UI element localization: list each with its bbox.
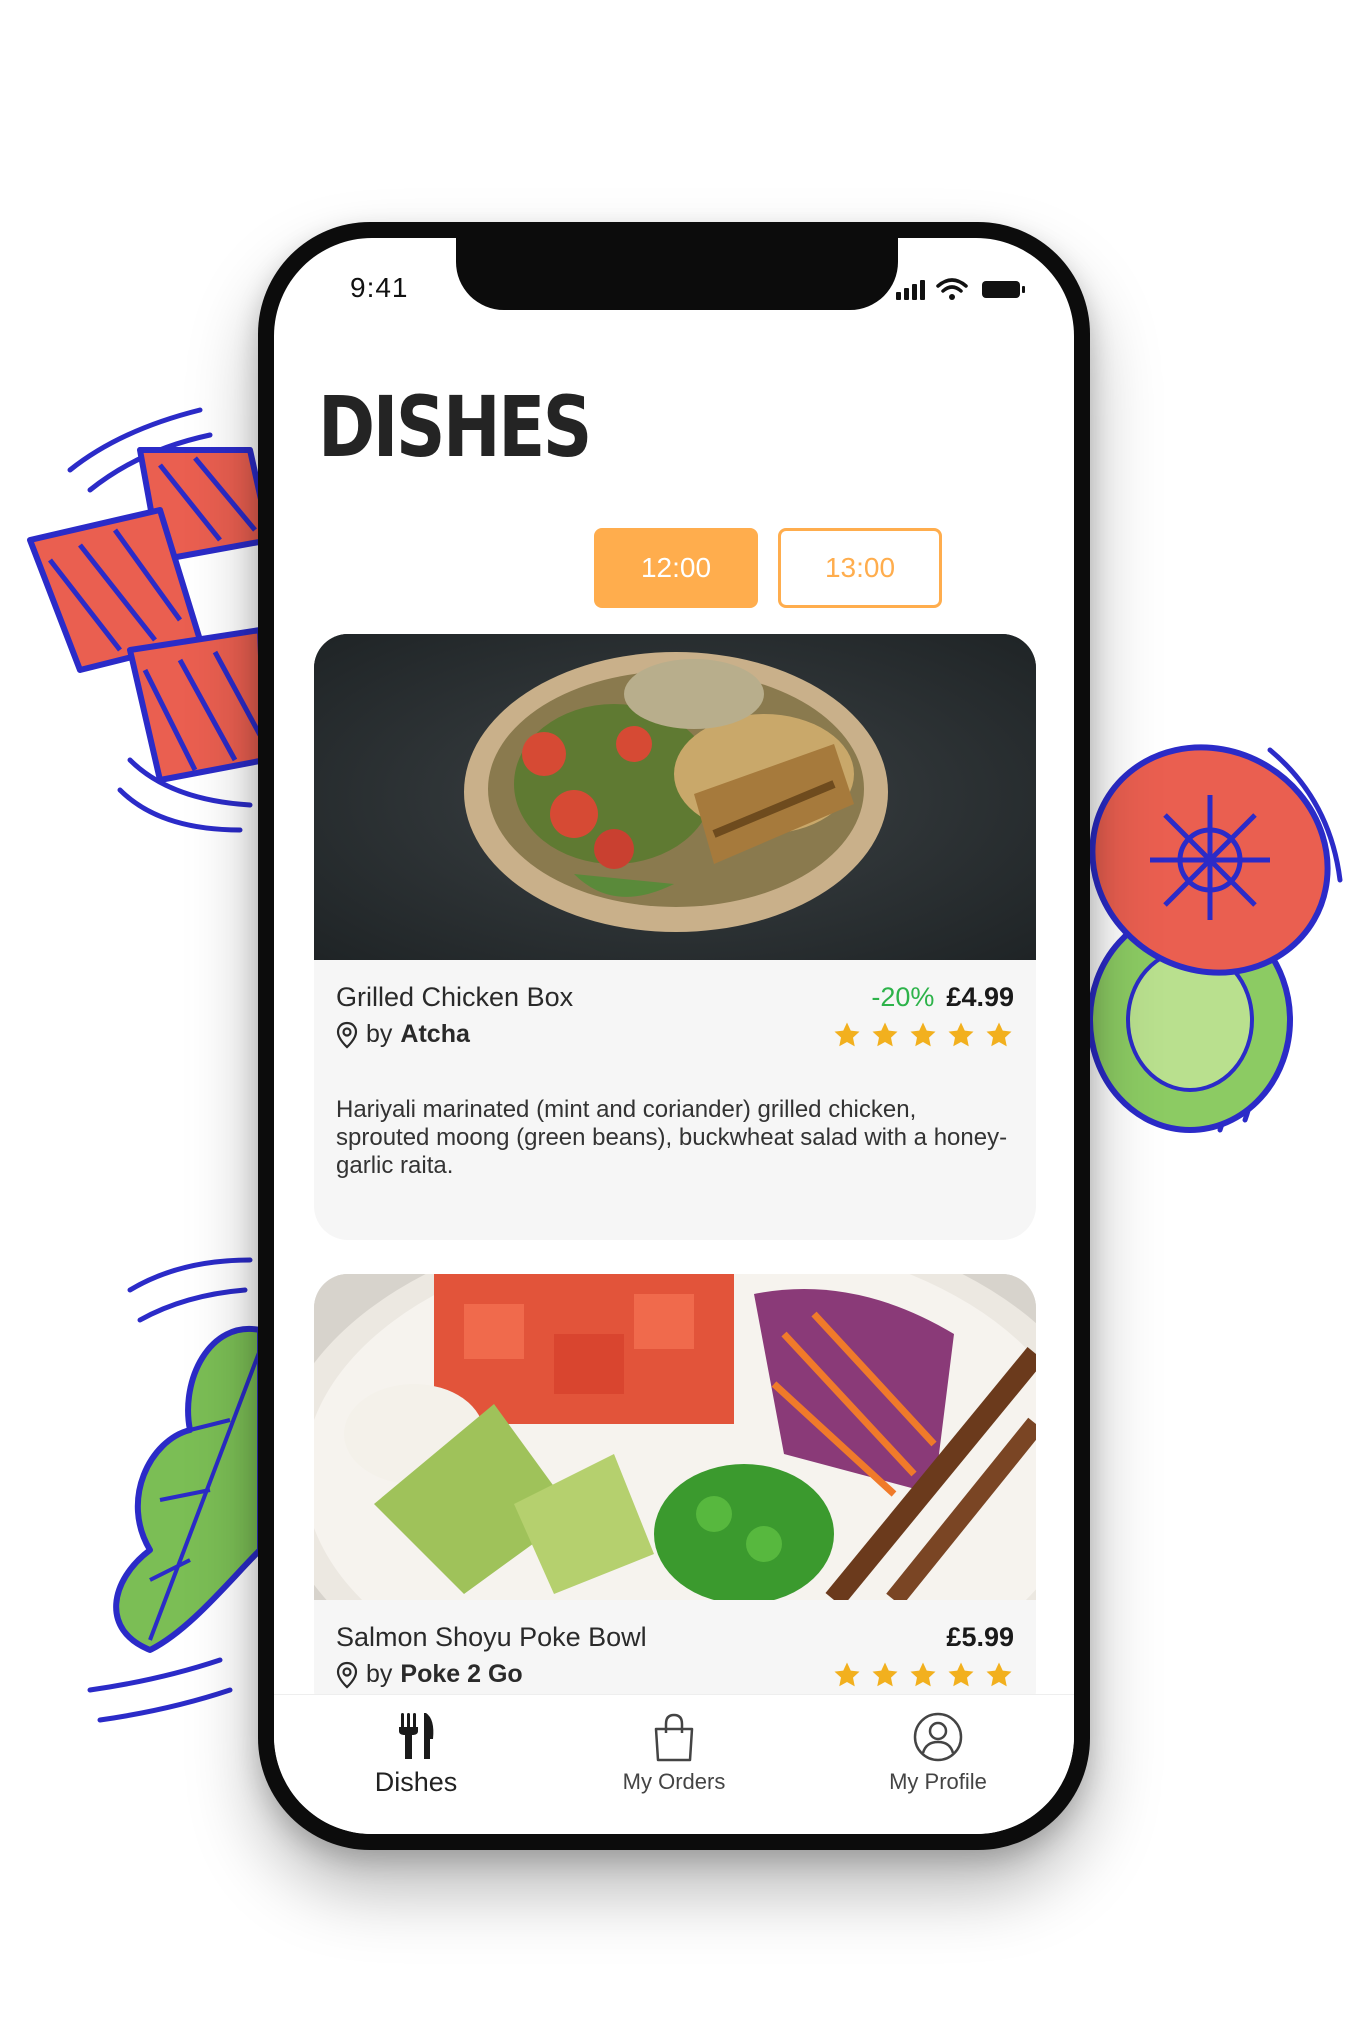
- tomato-cucumber-illustration: [1087, 744, 1343, 1133]
- star-icon: [986, 1022, 1012, 1047]
- location-pin-icon: [336, 1661, 358, 1688]
- phone-notch: [456, 238, 898, 310]
- page-title: DISHES: [318, 378, 592, 476]
- dish-price-row: -20% £4.99: [871, 982, 1014, 1013]
- dish-photo: [314, 634, 1036, 960]
- tab-label: My Profile: [889, 1769, 987, 1794]
- dish-name: Grilled Chicken Box: [336, 982, 574, 1012]
- star-icon: [872, 1022, 898, 1047]
- tab-my-profile[interactable]: My Profile: [838, 1711, 1038, 1795]
- star-icon: [948, 1022, 974, 1047]
- status-icons: [896, 278, 1025, 300]
- vendor-row: by Atcha: [336, 1020, 470, 1049]
- dish-description: Hariyali marinated (mint and coriander) …: [336, 1096, 1008, 1179]
- star-icon: [986, 1662, 1012, 1687]
- wifi-icon: [936, 278, 968, 293]
- app-screen: 9:41 DISHES 12:00 13:00 Grilled Chicken …: [274, 238, 1074, 1834]
- bottom-tab-bar: Dishes My Orders My Profile: [274, 1694, 1074, 1834]
- star-icon: [948, 1662, 974, 1687]
- dish-price: £5.99: [946, 1622, 1014, 1652]
- tab-my-orders[interactable]: My Orders: [574, 1711, 774, 1795]
- tab-label: My Orders: [622, 1769, 726, 1794]
- discount-badge: -20%: [871, 982, 935, 1012]
- shopping-bag-icon: [654, 1713, 694, 1762]
- star-icon: [872, 1662, 898, 1687]
- profile-icon: [913, 1712, 963, 1762]
- star-icon: [834, 1662, 860, 1687]
- dish-photo: [314, 1274, 1036, 1600]
- battery-icon: [982, 281, 1020, 298]
- salmon-illustration: [27, 407, 270, 833]
- dish-card[interactable]: Grilled Chicken Box -20% £4.99 by Atcha H…: [314, 634, 1036, 1240]
- rating-stars: [832, 1020, 1014, 1050]
- dish-name: Salmon Shoyu Poke Bowl: [336, 1622, 647, 1652]
- status-time: 9:41: [350, 272, 409, 303]
- dish-price: £4.99: [946, 982, 1014, 1012]
- vendor-name: Atcha: [400, 1020, 470, 1048]
- time-slot-1200[interactable]: 12:00: [594, 528, 758, 608]
- by-prefix: by: [366, 1660, 393, 1688]
- phone-frame: 9:41 DISHES 12:00 13:00 Grilled Chicken …: [258, 222, 1090, 1850]
- star-icon: [910, 1022, 936, 1047]
- tab-dishes[interactable]: Dishes: [316, 1711, 516, 1798]
- lettuce-illustration: [87, 1257, 263, 1723]
- signal-icon: [896, 280, 925, 300]
- by-prefix: by: [366, 1020, 393, 1048]
- rating-stars: [832, 1660, 1014, 1690]
- dish-card[interactable]: Salmon Shoyu Poke Bowl £5.99 by Poke 2 G…: [314, 1274, 1036, 1724]
- time-slot-1300[interactable]: 13:00: [778, 528, 942, 608]
- tab-label: Dishes: [374, 1767, 458, 1797]
- star-icon: [910, 1662, 936, 1687]
- cutlery-icon: [399, 1713, 434, 1759]
- vendor-name: Poke 2 Go: [400, 1660, 523, 1688]
- star-icon: [834, 1022, 860, 1047]
- vendor-row: by Poke 2 Go: [336, 1660, 523, 1689]
- location-pin-icon: [336, 1021, 358, 1048]
